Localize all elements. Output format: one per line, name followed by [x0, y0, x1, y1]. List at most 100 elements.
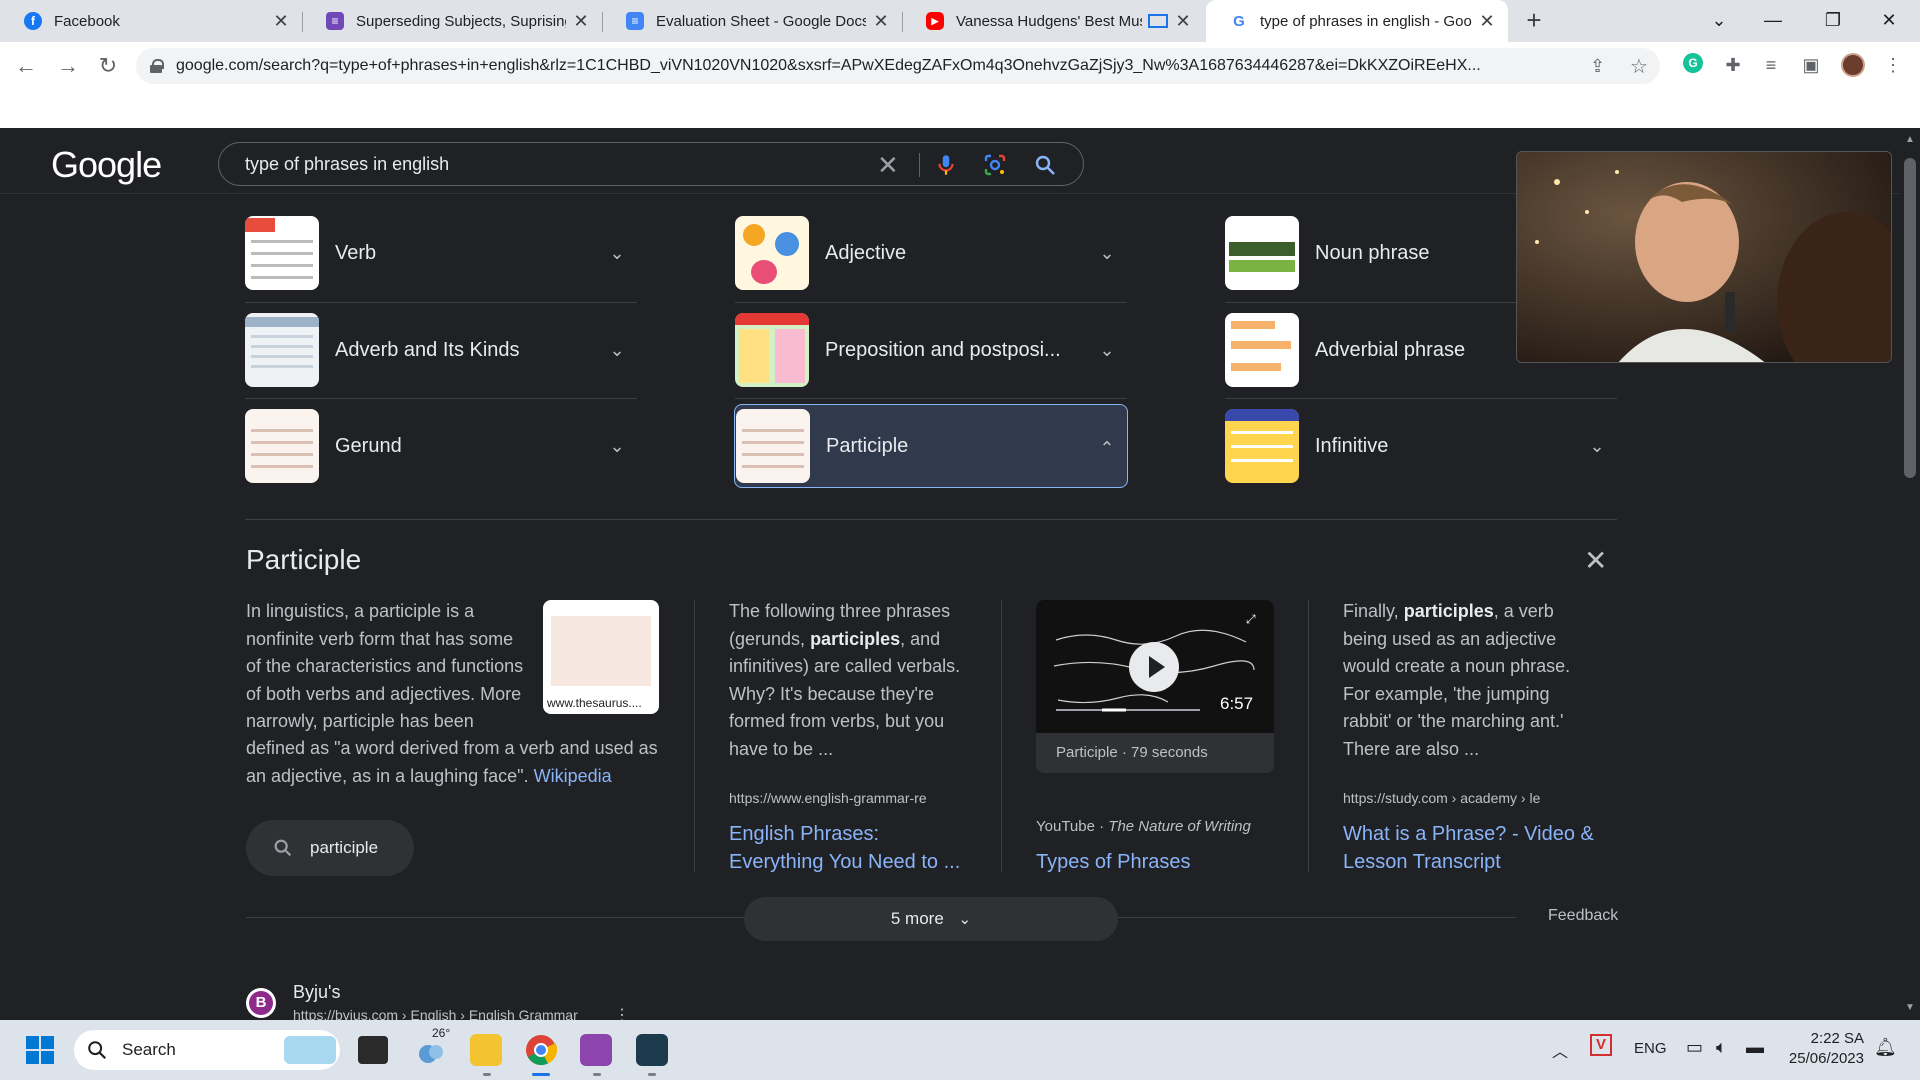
network-icon[interactable]: ▭ — [1686, 1037, 1703, 1058]
microphone-icon[interactable] — [933, 152, 959, 178]
feedback-link[interactable]: Feedback — [1548, 907, 1618, 925]
chrome-icon[interactable] — [525, 1034, 558, 1066]
chevron-up-icon[interactable]: ⌄ — [1087, 436, 1127, 457]
tab-forms[interactable]: ≡ Superseding Subjects, Suprising S ✕ — [302, 0, 602, 42]
tab-google-search[interactable]: G type of phrases in english - Goog ✕ — [1206, 0, 1508, 42]
close-tab-icon[interactable]: ✕ — [1478, 11, 1496, 32]
clock-date[interactable]: 25/06/2023 — [1784, 1050, 1864, 1067]
battery-icon[interactable]: ▬ — [1746, 1037, 1764, 1058]
close-window-icon[interactable]: ✕ — [1862, 0, 1916, 42]
taskbar-search[interactable]: Search — [74, 1030, 340, 1070]
result-url: https://study.com › academy › le — [1343, 790, 1541, 806]
topic-label: Preposition and postposi... — [825, 338, 1061, 361]
wiki-snippet: In linguistics, a participle is a nonfin… — [246, 601, 524, 731]
search-icon[interactable] — [1033, 153, 1057, 177]
profile-avatar[interactable] — [1841, 53, 1865, 77]
volume-icon[interactable]: 🔈︎ — [1716, 1037, 1727, 1058]
back-icon[interactable]: ← — [12, 52, 40, 80]
maximize-icon[interactable]: ❐ — [1806, 0, 1860, 42]
address-bar[interactable]: google.com/search?q=type+of+phrases+in+e… — [136, 48, 1660, 84]
chevron-down-icon[interactable]: ⌄ — [1087, 340, 1127, 361]
language-indicator[interactable]: ENG — [1634, 1040, 1667, 1057]
reload-icon[interactable]: ↻ — [94, 52, 122, 80]
facebook-icon: f — [24, 12, 42, 30]
weather-icon[interactable]: 26° — [414, 1026, 450, 1066]
tab-search-icon[interactable]: ⌄ — [1692, 0, 1746, 42]
tab-docs[interactable]: ≡ Evaluation Sheet - Google Docs ✕ — [602, 0, 902, 42]
chevron-down-icon[interactable]: ⌄ — [597, 436, 637, 457]
google-icon: G — [1230, 12, 1248, 30]
share-icon[interactable]: ⇪ — [1590, 56, 1605, 77]
scrollbar-thumb[interactable] — [1904, 158, 1916, 478]
video-title-link[interactable]: Types of Phrases — [1036, 848, 1276, 876]
show-hidden-icons[interactable]: ︿ — [1552, 1038, 1568, 1062]
extensions-icon[interactable]: ✚ — [1720, 52, 1746, 78]
close-tab-icon[interactable]: ✕ — [272, 11, 290, 32]
media-controls-icon[interactable]: ≡ — [1758, 52, 1784, 78]
google-lens-icon[interactable] — [983, 153, 1007, 177]
column-divider — [1308, 600, 1309, 872]
forward-icon[interactable]: → — [54, 52, 82, 80]
lock-icon[interactable] — [150, 59, 164, 73]
close-tab-icon[interactable]: ✕ — [872, 11, 890, 32]
google-logo[interactable]: Google — [51, 144, 162, 186]
topic-gerund[interactable]: Gerund ⌄ — [245, 398, 637, 494]
expand-icon[interactable]: ⤢ — [1246, 612, 1256, 627]
result-site-name[interactable]: Byju's — [293, 982, 340, 1003]
chevron-down-icon[interactable]: ⌄ — [597, 243, 637, 264]
search-input[interactable]: type of phrases in english — [245, 154, 449, 175]
snippet-highlight: participles — [810, 628, 901, 649]
topic-participle[interactable]: Participle ⌄ — [734, 404, 1128, 488]
side-panel-icon[interactable]: ▣ — [1798, 52, 1824, 78]
related-search-chip[interactable]: participle — [246, 820, 414, 876]
tab-youtube[interactable]: ▶ Vanessa Hudgens' Best Musi ✕ — [902, 0, 1204, 42]
topic-label: Participle — [826, 434, 909, 457]
more-label: 5 more — [890, 909, 944, 928]
chevron-down-icon[interactable]: ⌄ — [597, 340, 637, 361]
topic-adverb[interactable]: Adverb and Its Kinds ⌄ — [245, 302, 637, 398]
topic-preposition[interactable]: Preposition and postposi... ⌄ — [735, 302, 1127, 398]
clock-time[interactable]: 2:22 SA — [1792, 1030, 1864, 1047]
video-card[interactable]: ⤢ 6:57 Participle · 79 seconds — [1036, 600, 1274, 773]
topic-infinitive[interactable]: Infinitive ⌄ — [1225, 398, 1617, 494]
close-tab-icon[interactable]: ✕ — [572, 11, 590, 32]
bookmark-star-icon[interactable]: ☆ — [1630, 54, 1648, 79]
app-icon[interactable] — [636, 1034, 668, 1066]
column-divider — [694, 600, 695, 872]
task-view-icon[interactable] — [358, 1036, 388, 1064]
wikipedia-link[interactable]: Wikipedia — [534, 766, 612, 786]
snippet-text: Finally, — [1343, 601, 1399, 621]
scroll-up-icon[interactable]: ▲ — [1905, 134, 1915, 145]
topic-verb[interactable]: Verb ⌄ — [245, 205, 637, 301]
result-title-link[interactable]: What is a Phrase? - Video & Lesson Trans… — [1343, 820, 1603, 876]
close-tab-icon[interactable]: ✕ — [1174, 11, 1192, 32]
wiki-image[interactable]: www.thesaurus.... — [543, 600, 659, 714]
browser-menu-icon[interactable]: ⋮ — [1880, 52, 1906, 78]
page-scrollbar[interactable]: ▲ ▼ — [1900, 128, 1920, 1020]
minimize-icon[interactable]: — — [1746, 0, 1800, 42]
chevron-down-icon[interactable]: ⌄ — [1577, 436, 1617, 457]
more-results-button[interactable]: 5 more ⌄ — [744, 897, 1118, 941]
clipchamp-icon[interactable] — [580, 1034, 612, 1066]
vietkey-icon[interactable]: V — [1590, 1034, 1612, 1056]
close-icon[interactable]: ✕ — [1584, 544, 1607, 577]
file-explorer-icon[interactable] — [470, 1034, 502, 1066]
notification-icon[interactable]: 🔔︎ — [1874, 1037, 1897, 1058]
search-box[interactable]: type of phrases in english ✕ — [218, 142, 1084, 186]
page-top-strip — [0, 90, 1920, 128]
scroll-down-icon[interactable]: ▼ — [1905, 1002, 1915, 1013]
result-url: https://www.english-grammar-re — [729, 790, 927, 806]
play-icon[interactable] — [1129, 642, 1179, 692]
panel-title: Participle — [246, 544, 362, 575]
topic-thumbnail — [1225, 313, 1299, 387]
grammarly-icon[interactable]: G — [1680, 52, 1706, 78]
topic-adjective[interactable]: Adjective ⌄ — [735, 205, 1127, 301]
chevron-down-icon[interactable]: ⌄ — [1087, 243, 1127, 264]
tab-title: type of phrases in english - Goog — [1260, 12, 1472, 30]
new-tab-button[interactable]: + — [1520, 6, 1548, 34]
result-title-link[interactable]: English Phrases: Everything You Need to … — [729, 820, 969, 876]
picture-in-picture-video[interactable] — [1516, 151, 1892, 363]
tab-facebook[interactable]: f Facebook ✕ — [0, 0, 302, 42]
windows-start-icon[interactable] — [24, 1034, 56, 1066]
clear-search-icon[interactable]: ✕ — [877, 150, 899, 181]
